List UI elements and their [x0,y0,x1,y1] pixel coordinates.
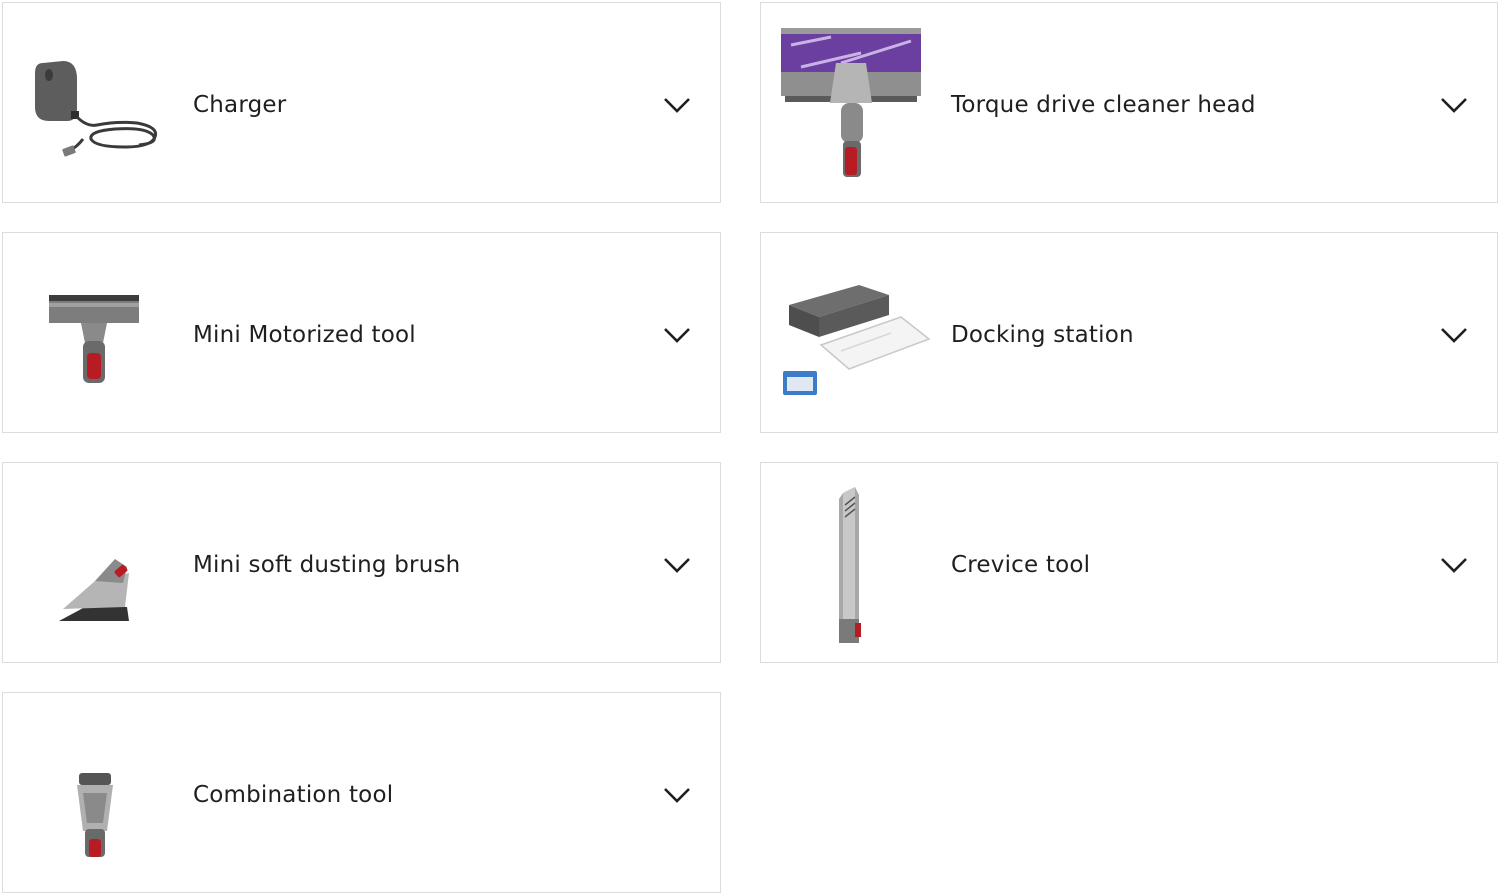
accessory-item-combination-tool[interactable]: Combination tool [2,692,721,893]
accessory-item-crevice-tool[interactable]: Crevice tool [760,462,1498,663]
accessory-label: Mini Motorized tool [193,322,416,348]
chevron-down-icon[interactable] [1439,555,1469,575]
combination-tool-icon [23,713,173,873]
accessory-item-torque-drive-cleaner-head[interactable]: Torque drive cleaner head [760,2,1498,203]
accessory-item-mini-soft-dusting-brush[interactable]: Mini soft dusting brush [2,462,721,663]
chevron-down-icon[interactable] [662,785,692,805]
accessory-item-mini-motorized-tool[interactable]: Mini Motorized tool [2,232,721,433]
mini-motorized-tool-icon [23,253,173,413]
docking-station-icon [781,253,931,413]
chevron-down-icon[interactable] [1439,325,1469,345]
charger-icon [23,23,173,183]
chevron-down-icon[interactable] [662,555,692,575]
accessory-item-docking-station[interactable]: Docking station [760,232,1498,433]
chevron-down-icon[interactable] [662,325,692,345]
accessory-label: Combination tool [193,782,394,808]
cleaner-head-icon [781,23,931,183]
accessory-item-charger[interactable]: Charger [2,2,721,203]
chevron-down-icon[interactable] [1439,95,1469,115]
accessory-label: Crevice tool [951,552,1091,578]
accessory-label: Docking station [951,322,1134,348]
chevron-down-icon[interactable] [662,95,692,115]
accessory-label: Mini soft dusting brush [193,552,461,578]
accessory-label: Torque drive cleaner head [951,92,1256,118]
accessory-label: Charger [193,92,287,118]
dusting-brush-icon [23,483,173,643]
crevice-tool-icon [781,483,931,643]
